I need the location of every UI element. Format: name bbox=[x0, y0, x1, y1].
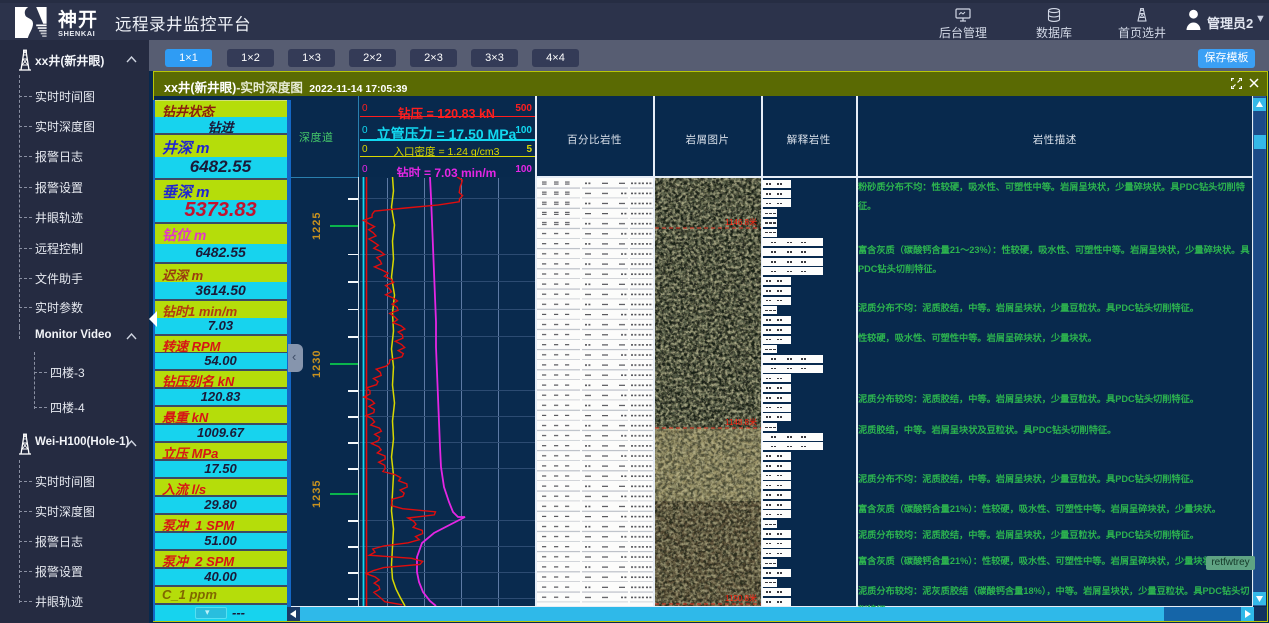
svg-text:1150.8米: 1150.8米 bbox=[725, 593, 757, 603]
svg-text:1146.8米: 1146.8米 bbox=[725, 217, 757, 227]
svg-text:1148.8米: 1148.8米 bbox=[725, 417, 757, 427]
